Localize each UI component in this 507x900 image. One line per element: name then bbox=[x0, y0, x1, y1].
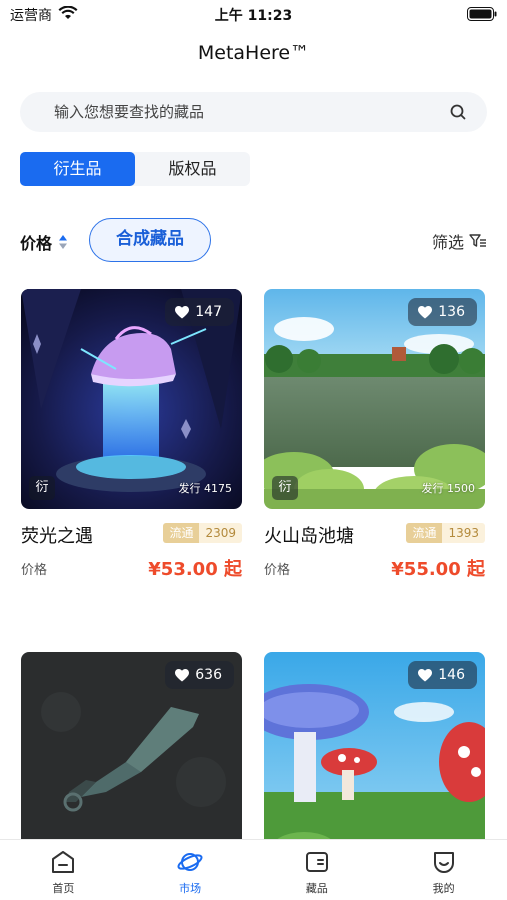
battery-icon bbox=[467, 7, 497, 21]
collectible-image: 147 衍 发行 4175 bbox=[21, 289, 242, 509]
bottom-tab-bar: 首页 市场 藏品 我的 bbox=[0, 839, 507, 900]
tab-copyright[interactable]: 版权品 bbox=[135, 152, 250, 186]
circulation-label: 流通 bbox=[406, 523, 443, 543]
like-count-value: 136 bbox=[438, 304, 465, 320]
status-bar: 运营商 上午 11:23 bbox=[0, 0, 507, 28]
search-icon[interactable] bbox=[449, 103, 467, 121]
clock: 上午 11:23 bbox=[214, 8, 293, 24]
collection-icon bbox=[305, 852, 328, 872]
circulation-label: 流通 bbox=[163, 523, 200, 543]
price-sort-button[interactable]: 价格 bbox=[20, 230, 68, 254]
tab-home-label: 首页 bbox=[52, 882, 75, 895]
tab-collection-label: 藏品 bbox=[305, 882, 328, 895]
like-count-value: 146 bbox=[438, 667, 465, 683]
tab-profile-label: 我的 bbox=[432, 882, 455, 895]
search-bar bbox=[20, 92, 487, 132]
derivative-badge: 衍 bbox=[272, 476, 298, 500]
app-title: MetaHere™ bbox=[197, 42, 310, 64]
collectible-image: 136 衍 发行 1500 bbox=[264, 289, 485, 509]
like-count[interactable]: 136 bbox=[408, 298, 477, 326]
circulation-badge: 流通 2309 bbox=[163, 523, 242, 543]
category-segment: 衍生品 版权品 bbox=[20, 152, 250, 186]
tab-market-label: 市场 bbox=[179, 882, 202, 895]
price-value: ¥53.00 起 bbox=[148, 559, 242, 580]
circulation-value: 1393 bbox=[442, 523, 485, 543]
price-label: 价格 bbox=[264, 563, 291, 578]
tab-derivatives[interactable]: 衍生品 bbox=[20, 152, 135, 186]
tab-market[interactable]: 市场 bbox=[127, 840, 254, 900]
home-icon bbox=[52, 851, 75, 873]
collectible-name: 火山岛池塘 bbox=[264, 526, 354, 547]
circulation-badge: 流通 1393 bbox=[406, 523, 485, 543]
like-count[interactable]: 147 bbox=[165, 298, 234, 326]
price-value: ¥55.00 起 bbox=[391, 559, 485, 580]
like-count-value: 147 bbox=[195, 304, 222, 320]
heart-icon bbox=[175, 668, 190, 681]
heart-icon bbox=[175, 305, 190, 318]
planet-icon bbox=[177, 853, 203, 871]
search-input[interactable] bbox=[54, 92, 444, 132]
circulation-value: 2309 bbox=[199, 523, 242, 543]
like-count-value: 636 bbox=[195, 667, 222, 683]
filter-icon bbox=[469, 234, 486, 247]
like-count[interactable]: 146 bbox=[408, 661, 477, 689]
collectible-name: 荧光之遇 bbox=[21, 526, 93, 547]
tab-home[interactable]: 首页 bbox=[0, 840, 127, 900]
issue-count: 发行 1500 bbox=[421, 482, 476, 495]
like-count[interactable]: 636 bbox=[165, 661, 234, 689]
combine-collectibles-button[interactable]: 合成藏品 bbox=[89, 218, 211, 262]
profile-icon bbox=[433, 852, 454, 873]
tab-collection[interactable]: 藏品 bbox=[254, 840, 381, 900]
derivative-badge: 衍 bbox=[29, 476, 55, 500]
sort-icon bbox=[59, 235, 68, 249]
issue-count: 发行 4175 bbox=[178, 482, 233, 495]
heart-icon bbox=[418, 305, 433, 318]
heart-icon bbox=[418, 668, 433, 681]
filter-row: 价格 合成藏品 筛选 bbox=[0, 218, 507, 262]
filter-button[interactable]: 筛选 bbox=[432, 229, 487, 253]
tab-profile[interactable]: 我的 bbox=[380, 840, 507, 900]
price-label: 价格 bbox=[21, 563, 48, 578]
filter-label: 筛选 bbox=[431, 233, 464, 252]
price-sort-label: 价格 bbox=[20, 234, 53, 253]
